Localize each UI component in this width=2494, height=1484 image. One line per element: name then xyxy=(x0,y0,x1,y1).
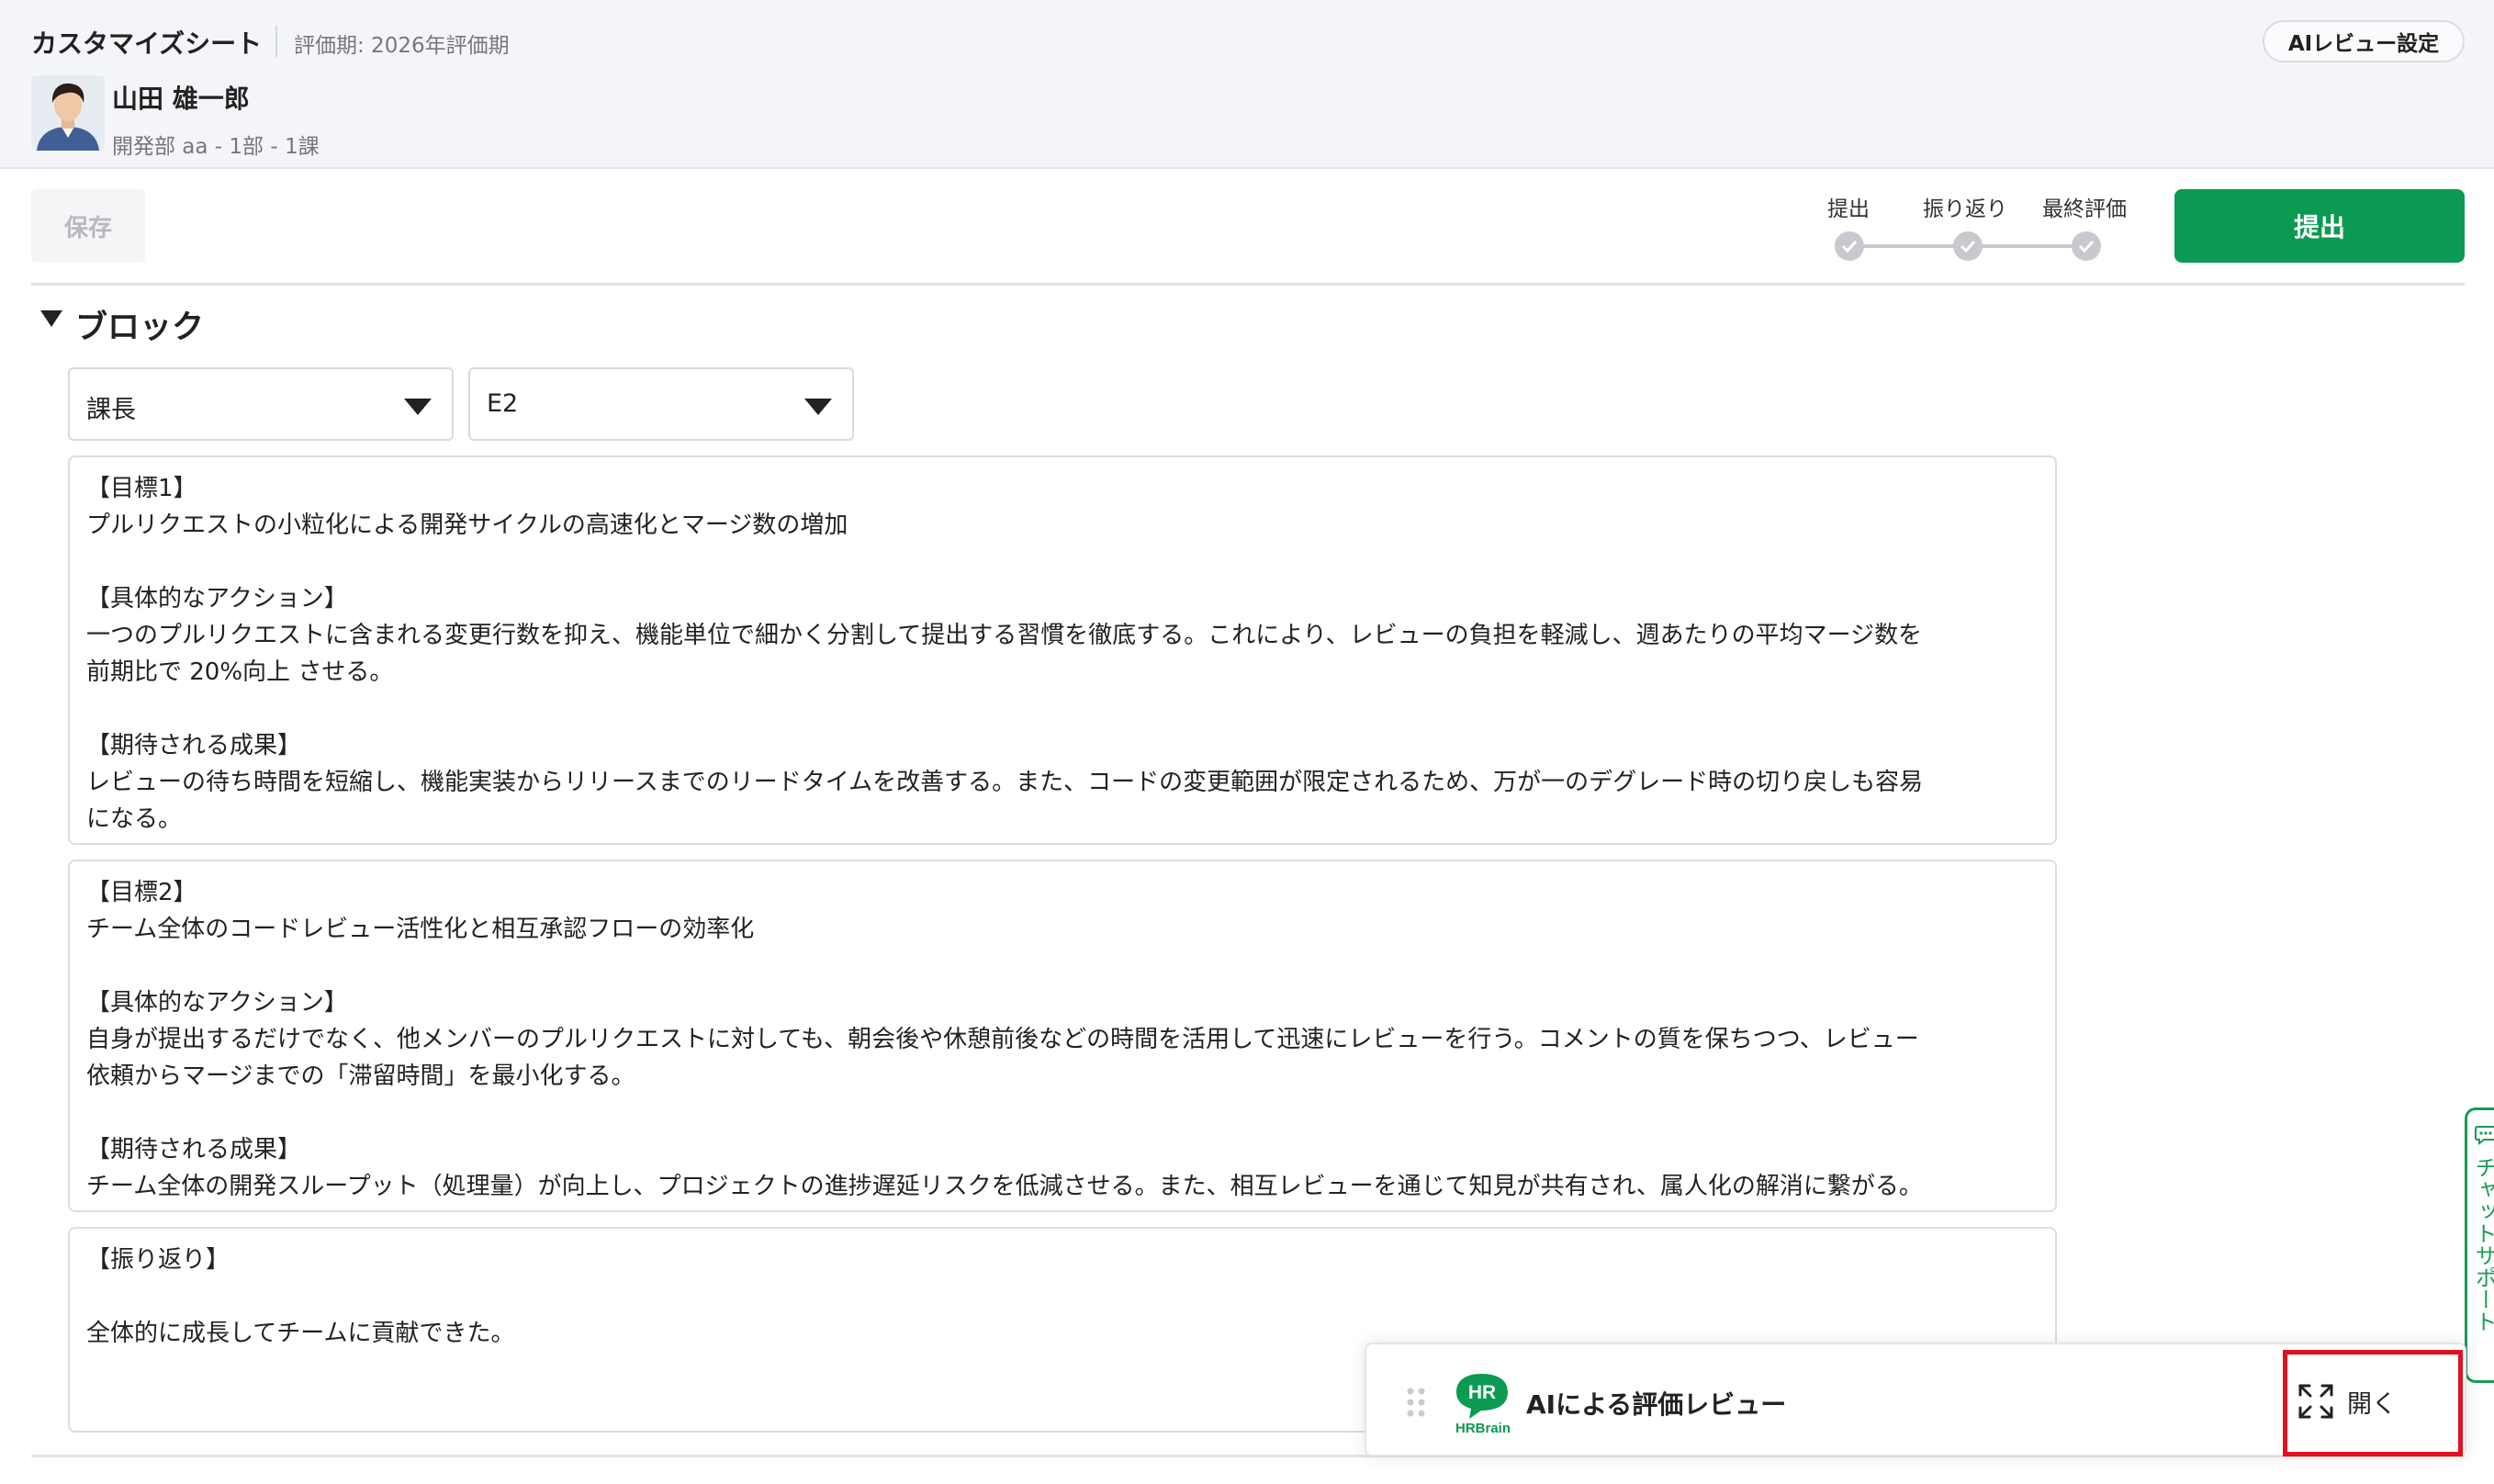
text-line: チーム全体の開発スループット（処理量）が向上し、プロジェクトの進捗遅延リスクを低… xyxy=(86,1173,1923,1200)
ai-review-settings-button[interactable]: AIレビュー設定 xyxy=(2263,20,2465,62)
text-line: 【目標2】 xyxy=(86,879,197,906)
role-select-value: 課長 xyxy=(86,396,136,424)
step-check-icon xyxy=(1953,231,1983,261)
step-label-final-evaluation: 最終評価 xyxy=(2042,197,2127,221)
text-line: 前期比で 20%向上 させる。 xyxy=(86,658,394,686)
drag-handle-icon[interactable] xyxy=(1405,1386,1427,1419)
title-divider xyxy=(275,26,277,57)
logo-hr-text: HR xyxy=(1468,1382,1496,1403)
evaluation-period: 評価期: 2026年評価期 xyxy=(294,34,510,58)
chat-bubble-icon xyxy=(2475,1126,2494,1145)
sheet-title: カスタマイズシート xyxy=(31,28,263,59)
grade-select[interactable]: E2 xyxy=(468,367,854,441)
text-line: 【振り返り】 xyxy=(86,1246,230,1274)
text-line: 一つのプルリクエストに含まれる変更行数を抑え、機能単位で細かく分割して提出する習… xyxy=(86,622,1923,649)
ai-review-title: AIによる評価レビュー xyxy=(1526,1389,1787,1420)
text-line: 【具体的なアクション】 xyxy=(86,585,348,613)
goal-2-textarea[interactable]: 【目標2】 チーム全体のコードレビュー活性化と相互承認フローの効率化 【具体的な… xyxy=(68,860,2057,1212)
dropdown-arrow-icon xyxy=(804,399,832,415)
dropdown-arrow-icon xyxy=(404,399,432,415)
sheet-header xyxy=(0,0,2494,169)
block-title: ブロック xyxy=(75,309,205,346)
text-line: 【期待される成果】 xyxy=(86,1136,302,1164)
chat-support-label: チャットサポート xyxy=(2471,1156,2494,1332)
step-label-submit: 提出 xyxy=(1827,197,1870,221)
text-line: 【目標1】 xyxy=(86,475,197,502)
step-check-icon xyxy=(1835,231,1864,261)
hrbrain-logo: HR HRBrain xyxy=(1451,1370,1517,1436)
logo-brand-text: HRBrain xyxy=(1455,1421,1511,1436)
role-select[interactable]: 課長 xyxy=(68,367,454,441)
text-line: レビューの待ち時間を短縮し、機能実装からリリースまでのリードタイムを改善する。ま… xyxy=(86,769,1924,796)
text-line: 自身が提出するだけでなく、他メンバーのプルリクエストに対しても、朝会後や休憩前後… xyxy=(86,1026,1919,1053)
save-button[interactable]: 保存 xyxy=(31,189,145,263)
chat-support-tab[interactable]: チャットサポート xyxy=(2465,1107,2494,1383)
text-line: 【具体的なアクション】 xyxy=(86,989,348,1017)
text-line: 【期待される成果】 xyxy=(86,732,302,759)
grade-select-value: E2 xyxy=(487,389,519,418)
text-line: 依頼からマージまでの「滞留時間」を最小化する。 xyxy=(86,1062,635,1090)
avatar xyxy=(31,75,105,151)
text-line: チーム全体のコードレビュー活性化と相互承認フローの効率化 xyxy=(86,916,755,943)
collapse-triangle-icon[interactable] xyxy=(40,310,62,329)
toolbar-divider xyxy=(31,283,2465,286)
text-line: プルリクエストの小粒化による開発サイクルの高速化とマージ数の増加 xyxy=(86,512,848,539)
step-check-icon xyxy=(2072,231,2101,261)
text-line: になる。 xyxy=(86,805,183,833)
step-label-reflection: 振り返り xyxy=(1923,197,2007,221)
user-name: 山田 雄一郎 xyxy=(112,84,250,114)
goal-1-textarea[interactable]: 【目標1】 プルリクエストの小粒化による開発サイクルの高速化とマージ数の増加 【… xyxy=(68,455,2057,845)
user-department: 開発部 aa - 1部 - 1課 xyxy=(112,135,320,159)
highlight-box xyxy=(2283,1350,2463,1456)
submit-button[interactable]: 提出 xyxy=(2174,189,2465,263)
